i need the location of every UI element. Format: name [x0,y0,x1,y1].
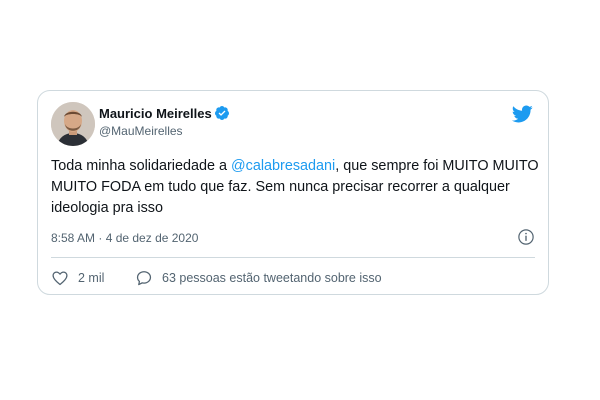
tweet-text: Toda minha solidariedade a @calabresadan… [51,156,541,219]
info-icon[interactable] [517,228,535,246]
like-count: 2 mil [78,271,105,285]
divider [51,257,535,258]
avatar-image [51,102,95,146]
heart-icon [52,271,68,286]
twitter-logo-icon[interactable] [511,103,533,125]
like-button[interactable]: 2 mil [51,268,104,288]
speech-bubble-icon [136,271,152,286]
timestamp[interactable]: 8:58 AM · 4 de dez de 2020 [51,231,198,245]
verified-icon [214,106,229,120]
reply-count: 63 pessoas estão tweetando sobre isso [162,271,382,285]
author-name[interactable]: Mauricio Meirelles [99,106,212,121]
reply-button[interactable]: 63 pessoas estão tweetando sobre isso [135,268,382,288]
tweet-text-start: Toda minha solidariedade a [51,158,232,174]
mention-link[interactable]: @calabresadani [231,158,335,174]
author-handle[interactable]: @MauMeirelles [99,124,183,138]
avatar[interactable] [51,102,95,146]
tweet-card: Mauricio Meirelles @MauMeirelles Toda mi… [37,90,549,295]
